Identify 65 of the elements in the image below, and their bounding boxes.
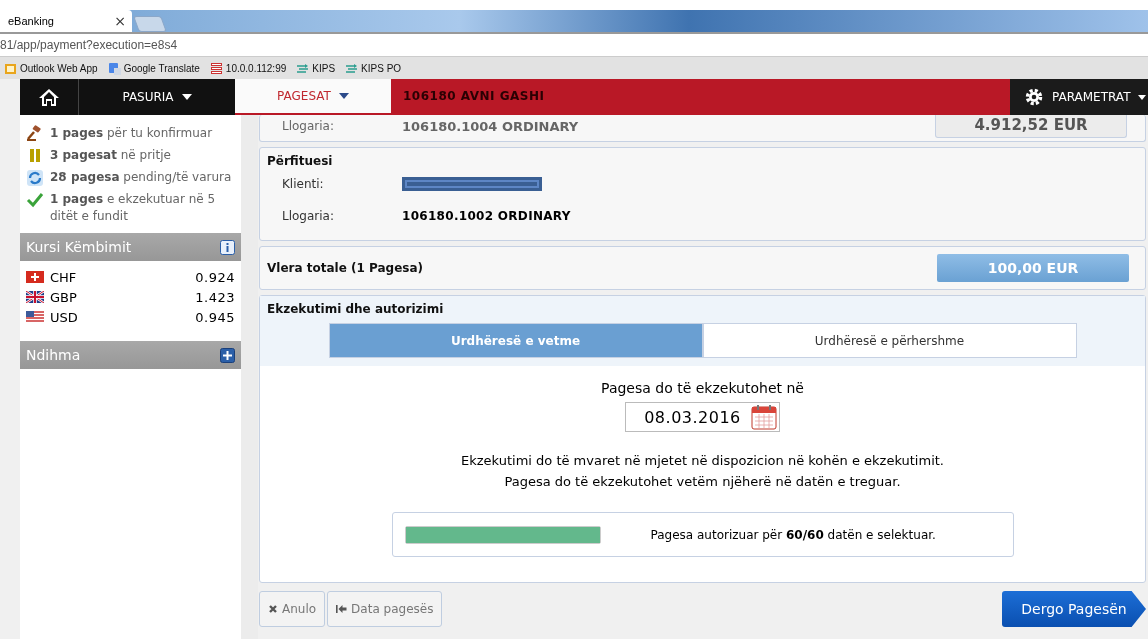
flag-icon xyxy=(26,291,44,303)
flag-icon xyxy=(26,271,44,283)
field-value: 106180.1002 ORDINARY xyxy=(402,209,571,223)
summary-link[interactable]: 1 pages e ekzekutuar në 5 ditët e fundit xyxy=(50,191,235,225)
close-icon[interactable]: × xyxy=(114,13,126,29)
exchange-rate: 0.945 xyxy=(195,309,235,325)
nav-tab[interactable]: PASURIA xyxy=(79,79,235,115)
mail-icon xyxy=(4,61,17,75)
nav-tab[interactable]: PAGESAT xyxy=(235,79,391,115)
date-field[interactable]: 08.03.2016 xyxy=(625,402,780,432)
settings-button[interactable]: PARAMETRAT xyxy=(1010,79,1148,115)
summary-link[interactable]: 1 pages për tu konfirmuar xyxy=(50,125,213,142)
arrows-icon xyxy=(296,61,310,75)
plus-icon xyxy=(220,347,235,363)
caret-icon xyxy=(1138,94,1147,100)
x-icon xyxy=(268,604,278,614)
flag-icon xyxy=(26,311,44,323)
submit-button[interactable]: Dergo Pagesën xyxy=(1002,591,1146,627)
info-icon xyxy=(220,239,235,255)
sync-icon xyxy=(26,169,44,187)
caret-icon xyxy=(181,94,192,100)
server-icon xyxy=(209,61,223,75)
tab[interactable]: Urdhëresë e përhershme xyxy=(702,323,1077,358)
field-value: 106180.1004 ORDINARY xyxy=(402,118,579,134)
tab-title: eBanking xyxy=(8,15,54,27)
back-button[interactable]: Data pagesës xyxy=(327,591,443,627)
currency-code: GBP xyxy=(50,289,78,305)
card-title: Ekzekutimi dhe autorizimi xyxy=(267,302,445,316)
summary-link[interactable]: 28 pagesa pending/të varura xyxy=(50,169,232,186)
browser-tab[interactable]: eBanking × xyxy=(0,10,132,32)
balance-amount: 4.912,52 EUR xyxy=(973,115,1089,135)
cancel-button[interactable]: Anulo xyxy=(259,591,326,627)
field-label: Klienti: xyxy=(282,177,325,191)
bookmark-link[interactable]: KIPS xyxy=(296,61,336,75)
settings-icon xyxy=(1024,87,1044,107)
bookmark-link[interactable]: Google Translate xyxy=(107,61,200,75)
bookmark-link[interactable]: 10.0.0.112:99 xyxy=(209,61,287,75)
card-title: Përfituesi xyxy=(267,154,334,168)
arrows-icon xyxy=(345,61,359,75)
total-label: Vlera totale (1 Pagesa) xyxy=(267,261,423,275)
check-icon xyxy=(26,191,44,209)
home-button[interactable] xyxy=(20,79,79,115)
translate-icon xyxy=(107,61,121,75)
currency-code: CHF xyxy=(50,269,78,285)
calendar-icon xyxy=(750,404,777,430)
bookmark-link[interactable]: KIPS PO xyxy=(345,61,402,75)
client-name: 106180 AVNI GASHI xyxy=(403,89,545,103)
back-arrow-icon xyxy=(336,604,348,614)
section-title: Ndihma xyxy=(26,347,81,363)
info-text: Pagesa do të ekzekutohet vetëm njëherë në datën e treguar. xyxy=(503,473,902,491)
progress-text: Pagesa autorizuar për 60/60 datën e selektuar. xyxy=(650,527,936,542)
date-label: Pagesa do të ekzekutohet në xyxy=(601,380,804,396)
summary-link[interactable]: 3 pagesat në pritje xyxy=(50,147,171,164)
section-title: Kursi Këmbimit xyxy=(26,239,132,255)
info-text: Ekzekutimi do të mvaret në mjetet në dispozicion në kohën e ekzekutimit. xyxy=(461,452,944,470)
address-field[interactable]: 81/app/payment?execution=e8s4 xyxy=(0,38,178,52)
home-icon xyxy=(38,87,60,107)
field-label: Llogaria: xyxy=(282,209,335,223)
field-label: Llogaria: xyxy=(282,119,335,133)
exchange-rate: 0.924 xyxy=(195,269,235,285)
currency-code: USD xyxy=(50,309,79,325)
total-amount: 100,00 EUR xyxy=(937,254,1129,282)
caret-icon xyxy=(338,93,349,99)
bookmark-link[interactable]: Outlook Web App xyxy=(4,61,98,75)
exchange-rate: 1.423 xyxy=(195,289,235,305)
